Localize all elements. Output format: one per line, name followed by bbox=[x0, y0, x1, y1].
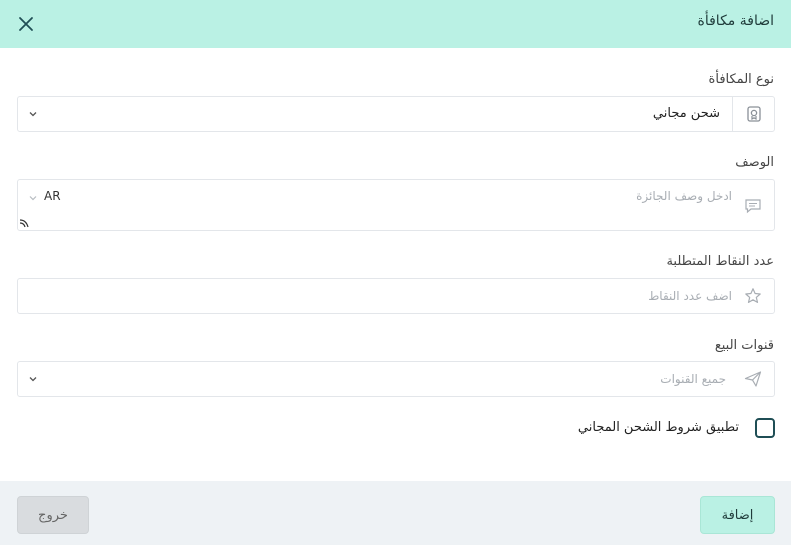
free-shipping-checkbox[interactable] bbox=[755, 418, 775, 438]
comment-icon bbox=[732, 180, 774, 232]
points-label: عدد النقاط المتطلبة bbox=[666, 254, 774, 269]
star-icon bbox=[732, 279, 774, 313]
free-shipping-label: تطبيق شروط الشحن المجاني bbox=[577, 420, 739, 435]
channels-placeholder: جميع القنوات bbox=[660, 372, 726, 386]
badge-icon bbox=[732, 97, 774, 131]
dialog-footer bbox=[0, 481, 791, 545]
chevron-down-icon bbox=[29, 377, 37, 382]
dialog-title: اضافة مكافأة bbox=[697, 13, 774, 29]
reward-type-select[interactable]: شحن مجاني bbox=[17, 96, 775, 132]
close-icon[interactable] bbox=[16, 14, 36, 34]
chevron-down-icon bbox=[29, 196, 37, 201]
channels-select[interactable]: جميع القنوات bbox=[17, 361, 775, 397]
chevron-down-icon bbox=[29, 112, 37, 117]
reward-type-value: شحن مجاني bbox=[652, 106, 720, 121]
language-selector[interactable]: AR bbox=[44, 189, 61, 203]
points-placeholder: اضف عدد النقاط bbox=[648, 289, 732, 303]
add-button[interactable]: إضافة bbox=[700, 496, 775, 534]
description-placeholder: ادخل وصف الجائزة bbox=[636, 189, 732, 203]
reward-type-label: نوع المكافأة bbox=[708, 72, 774, 87]
dialog-header: اضافة مكافأة bbox=[0, 0, 791, 48]
exit-button[interactable]: خروج bbox=[17, 496, 89, 534]
resize-handle-icon[interactable] bbox=[19, 219, 29, 228]
description-label: الوصف bbox=[735, 155, 774, 170]
channels-label: قنوات البيع bbox=[714, 338, 774, 353]
points-input[interactable]: اضف عدد النقاط bbox=[17, 278, 775, 314]
description-textarea[interactable]: ادخل وصف الجائزة AR bbox=[17, 179, 775, 231]
send-icon bbox=[732, 362, 774, 396]
